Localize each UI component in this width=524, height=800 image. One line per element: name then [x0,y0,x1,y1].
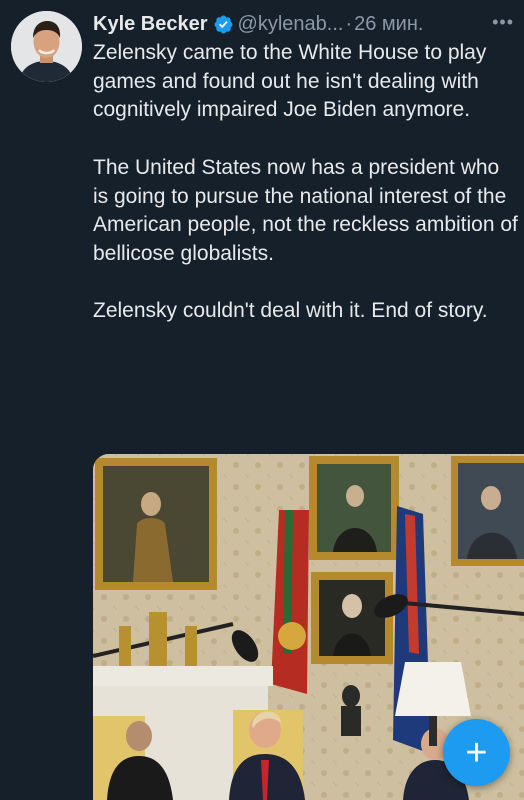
tweet-text: Zelensky came to the White House to play… [93,39,518,326]
author-name[interactable]: Kyle Becker [93,13,208,36]
tweet-paragraph: Zelensky couldn't deal with it. End of s… [93,299,488,323]
more-horizontal-icon[interactable]: ••• [492,13,514,31]
tweet-header: Kyle Becker @kylenab... · 26 мин. ••• [93,11,516,37]
tweet-paragraph: The United States now has a president wh… [93,155,518,265]
compose-button[interactable]: + [443,719,510,786]
author-handle[interactable]: @kylenab... [238,13,344,36]
tweet[interactable]: Kyle Becker @kylenab... · 26 мин. ••• Ze… [0,0,524,800]
avatar[interactable] [11,11,82,82]
separator-dot: · [345,12,353,35]
tweet-paragraph: Zelensky came to the White House to play… [93,41,487,122]
compose-plus-icon: + [465,731,488,774]
verified-badge-icon [214,15,232,33]
avatar-photo [11,11,82,82]
timestamp[interactable]: 26 мин. [354,13,423,36]
